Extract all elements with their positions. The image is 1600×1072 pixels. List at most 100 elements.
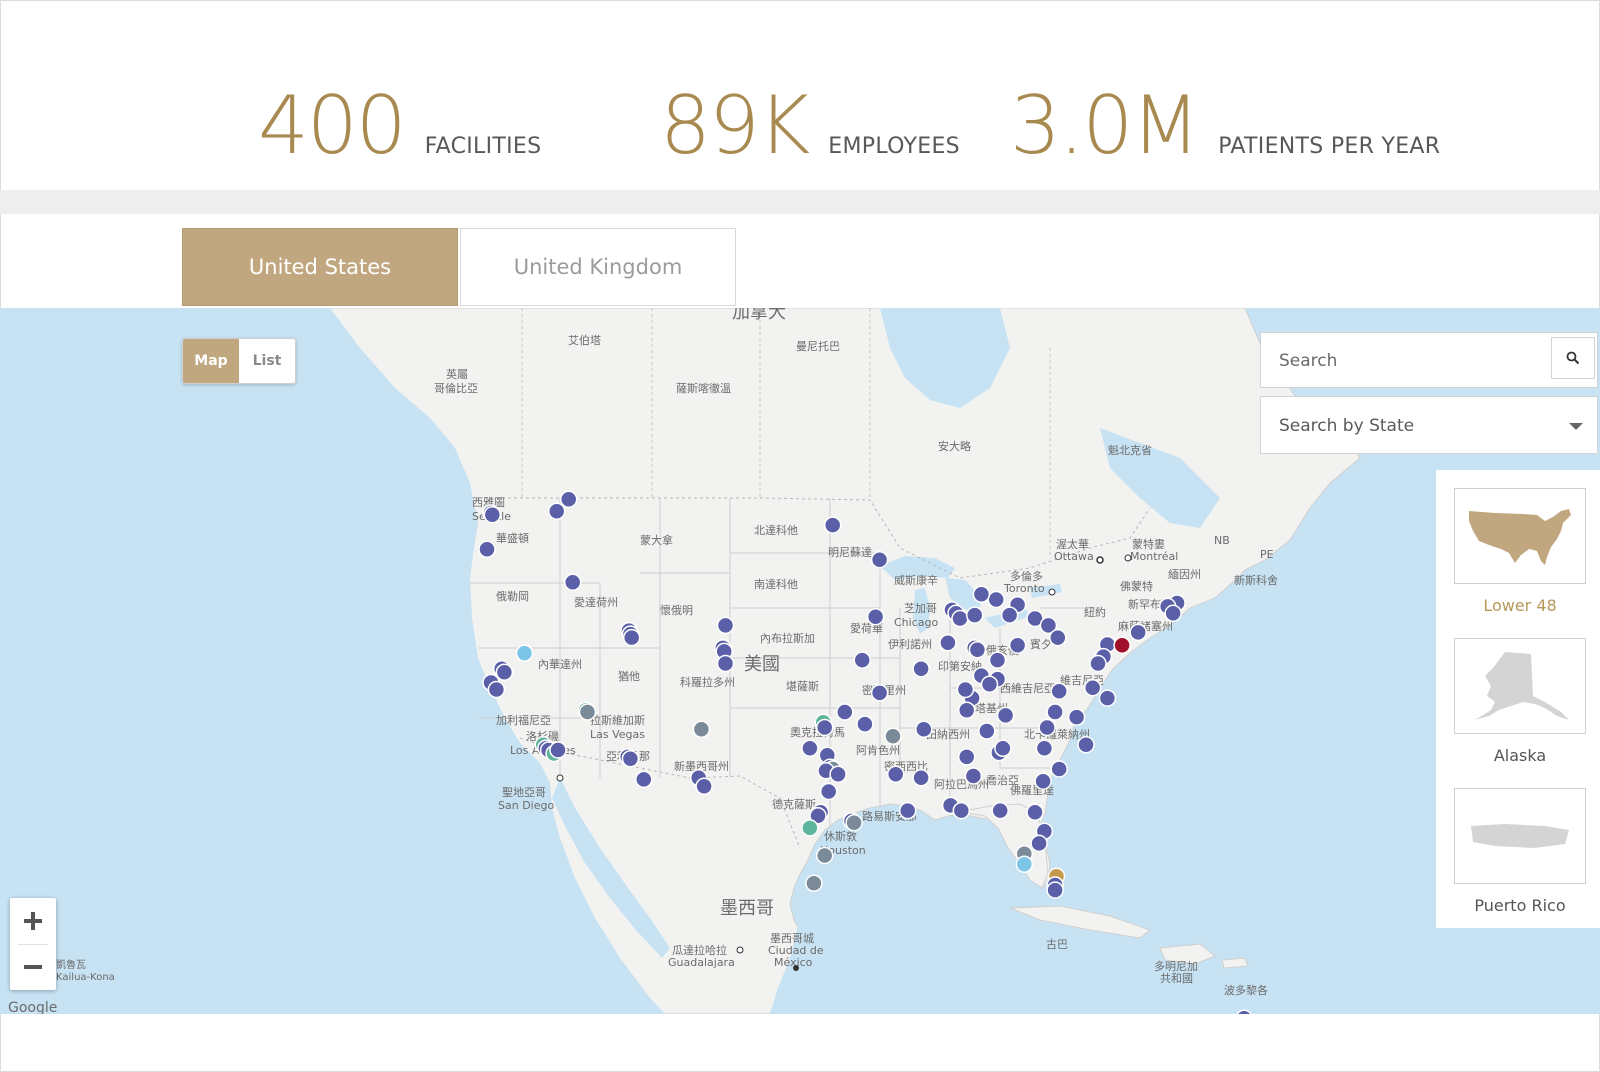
region-alaska[interactable]: Alaska [1454,638,1586,765]
facility-marker[interactable] [478,540,496,559]
facility-marker[interactable] [957,701,976,719]
facility-marker[interactable] [912,768,930,787]
facility-marker[interactable] [1113,636,1131,655]
facility-marker[interactable] [912,659,930,678]
facility-marker[interactable] [805,874,823,892]
state-select[interactable]: Search by State [1260,396,1598,454]
facility-marker[interactable] [836,703,854,721]
map-view-button[interactable]: Map [183,339,239,383]
search-input[interactable]: Search [1279,351,1337,371]
list-view-button[interactable]: List [239,339,295,383]
facility-marker[interactable] [695,777,713,796]
map-label: 哥倫比亞 [434,381,478,395]
facility-marker[interactable] [1038,718,1056,737]
facility-marker[interactable] [559,490,578,508]
facility-marker[interactable] [856,715,874,733]
facility-marker[interactable] [483,505,502,524]
facility-marker[interactable] [563,573,582,591]
tab-united-kingdom[interactable]: United Kingdom [460,228,736,306]
facility-marker[interactable] [622,628,641,647]
facility-marker[interactable] [549,741,567,759]
facility-marker[interactable] [964,767,983,785]
facility-marker[interactable] [635,770,653,789]
facility-marker[interactable] [716,654,735,673]
facility-marker[interactable] [1083,678,1102,697]
facility-marker[interactable] [898,801,917,820]
facility-marker[interactable] [578,703,597,721]
facility-marker[interactable] [1077,736,1095,754]
map-label: 伊利諾州 [888,637,932,651]
facility-marker[interactable] [1129,623,1147,642]
facility-marker[interactable] [547,502,566,521]
facility-marker[interactable] [819,782,838,801]
facility-marker[interactable] [965,606,984,624]
facility-marker[interactable] [870,550,889,569]
region-label: Alaska [1493,746,1547,765]
facility-marker[interactable] [692,720,711,739]
facility-marker[interactable] [1000,606,1019,624]
facility-marker[interactable] [1067,708,1086,726]
region-puerto-rico[interactable]: Puerto Rico [1454,788,1586,915]
facility-marker[interactable] [815,718,834,737]
facility-marker[interactable] [884,727,902,745]
facility-marker[interactable] [801,819,819,837]
facility-marker[interactable] [1089,654,1107,673]
facility-marker[interactable] [495,663,514,681]
facility-marker[interactable] [1030,834,1048,853]
facility-marker[interactable] [987,590,1005,609]
facility-marker[interactable] [996,706,1015,725]
facility-marker[interactable] [1008,636,1027,654]
city-dot [1048,588,1056,596]
map-label: 蒙特婁 [1132,537,1165,551]
facility-marker[interactable] [845,813,863,832]
facility-marker[interactable] [980,675,999,694]
search-button[interactable] [1551,337,1595,379]
facility-marker[interactable] [716,616,735,635]
region-thumbnail [1454,638,1586,734]
facility-marker[interactable] [1050,760,1068,778]
facility-marker[interactable] [815,846,834,865]
facility-marker[interactable] [991,801,1009,820]
zoom-in-button[interactable] [10,898,56,944]
map-label: 聖地亞哥 [502,786,546,799]
facility-marker[interactable] [1034,772,1052,790]
facility-marker[interactable] [952,801,971,820]
facility-marker[interactable] [621,749,640,768]
facility-marker[interactable] [972,585,991,604]
zoom-out-button[interactable] [10,944,56,990]
city-dot [1124,554,1132,562]
facility-marker[interactable] [886,765,905,783]
facility-marker[interactable] [957,748,976,766]
facility-marker[interactable] [829,765,847,783]
facility-marker[interactable] [853,651,871,669]
facility-marker[interactable] [994,739,1012,758]
facility-marker[interactable] [487,680,506,699]
facility-marker[interactable] [1046,703,1064,721]
stats-header: 400 FACILITIES 89K EMPLOYEES 3.0M PATIEN… [0,0,1600,190]
facility-marker[interactable] [1049,628,1067,647]
facility-marker[interactable] [1026,803,1044,822]
facility-marker[interactable] [968,640,987,659]
facility-marker[interactable] [939,634,957,652]
facility-marker[interactable] [823,516,842,534]
facility-marker[interactable] [956,680,975,699]
region-thumbnail [1454,488,1586,584]
facility-marker[interactable] [515,644,534,662]
facility-marker[interactable] [988,651,1007,669]
facility-marker[interactable] [1015,855,1034,873]
tab-united-states[interactable]: United States [182,228,458,306]
region-lower-48[interactable]: Lower 48 [1454,488,1586,615]
map-label: 紐約 [1084,605,1106,619]
facility-marker[interactable] [978,722,996,740]
map-label: San Diego [498,799,554,812]
facility-marker[interactable] [1050,682,1068,700]
facility-marker[interactable] [1046,881,1064,899]
facility-marker[interactable] [870,684,889,702]
facility-marker[interactable] [951,609,969,628]
facility-marker[interactable] [866,608,885,626]
facility-marker[interactable] [1164,604,1182,623]
facility-marker[interactable] [1098,689,1117,707]
facility-marker[interactable] [801,739,819,758]
facility-marker[interactable] [1035,739,1054,758]
facility-marker[interactable] [915,720,933,739]
